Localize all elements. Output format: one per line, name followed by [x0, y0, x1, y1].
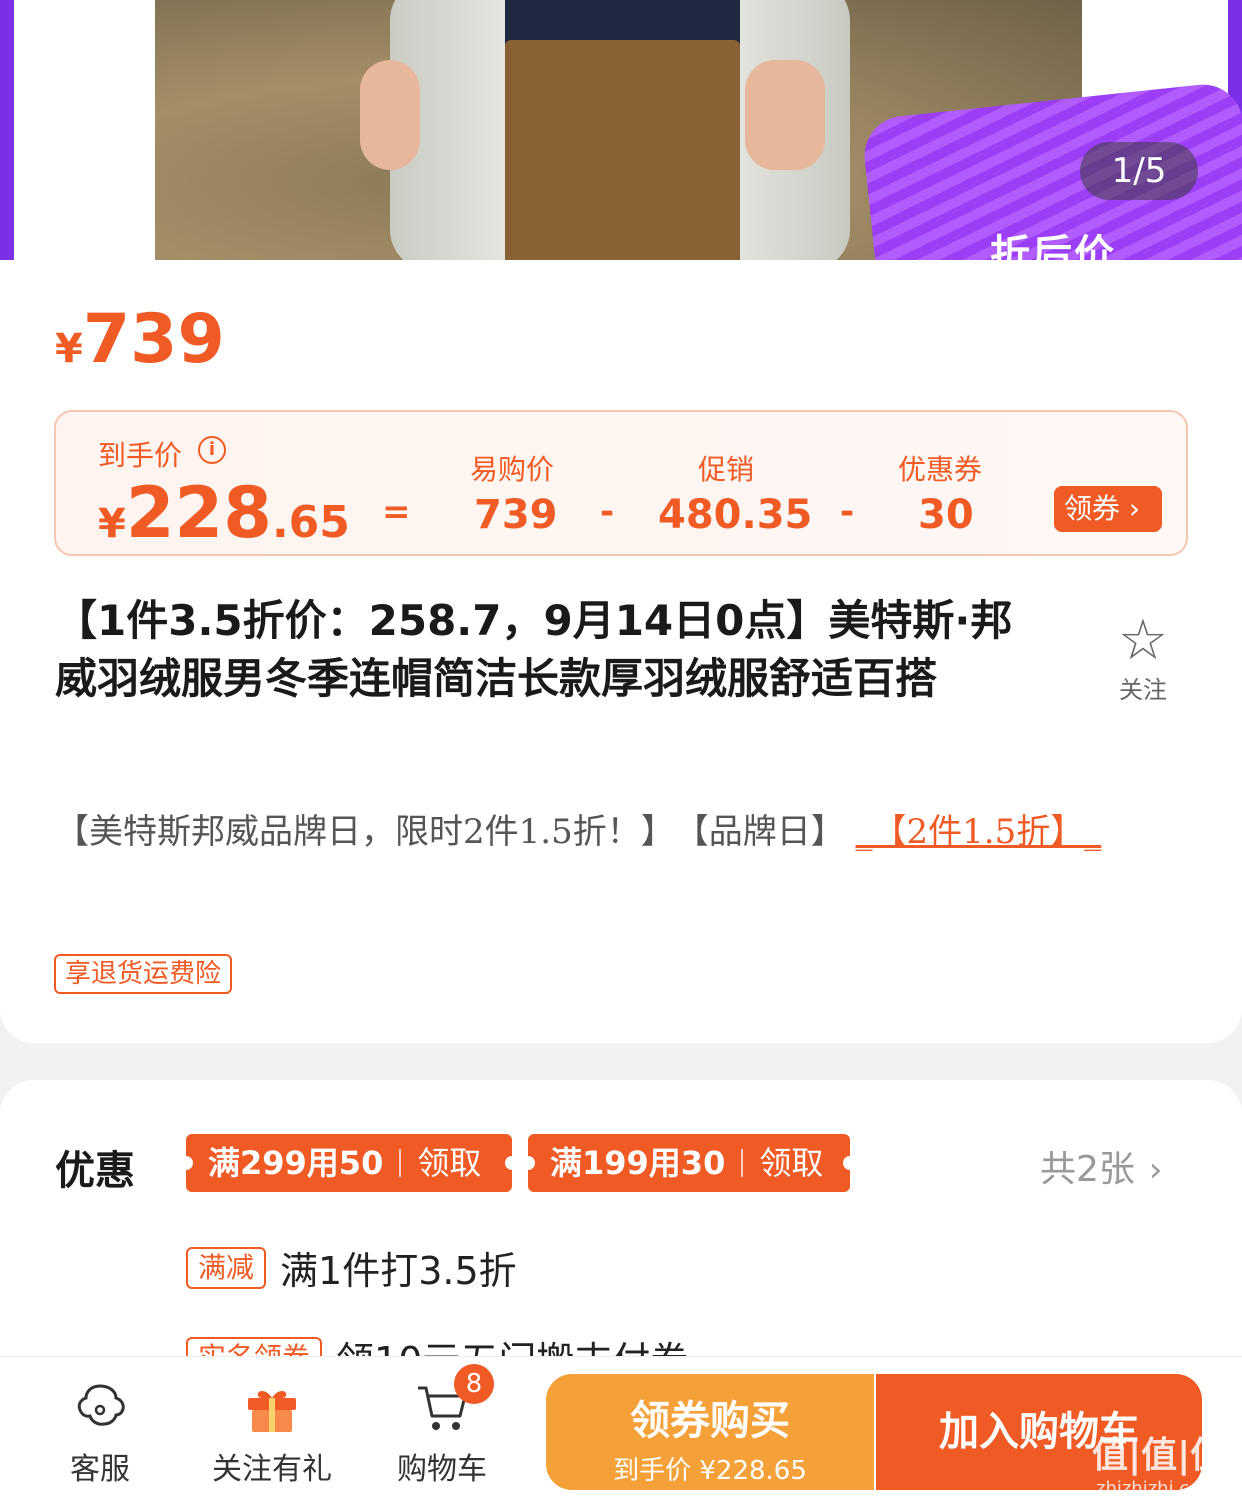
- minus-sign: -: [840, 492, 855, 532]
- watermark-logo: 值|值|值: [1092, 1435, 1227, 1476]
- promo-link[interactable]: _【2件1.5折】_: [856, 812, 1102, 852]
- minus-sign: -: [600, 492, 615, 532]
- hand-graphic-left: [360, 60, 420, 170]
- coupon-total[interactable]: 共2张 ›: [1040, 1140, 1163, 1192]
- get-coupon-button[interactable]: 领券 ›: [1054, 486, 1162, 532]
- info-icon[interactable]: i: [198, 436, 226, 464]
- hero-border-left: [0, 0, 155, 260]
- rule-tag: 实名领券: [186, 1336, 323, 1358]
- coupon-199-30[interactable]: 满199用30 领取: [521, 1134, 857, 1192]
- follow-gift-button[interactable]: 关注有礼: [210, 1380, 334, 1488]
- rule-tag: 满减: [186, 1246, 267, 1289]
- offers-title: 优惠: [55, 1148, 135, 1194]
- rule-text: 满1件打3.5折: [280, 1249, 517, 1293]
- follow-label: 关注: [1119, 676, 1167, 704]
- promotion-label: 促销: [698, 453, 755, 486]
- chevron-right-icon: ›: [1148, 1150, 1163, 1190]
- image-pager: 1/5: [1080, 142, 1198, 200]
- equals-sign: =: [382, 492, 411, 532]
- coupon-299-50[interactable]: 满299用50 领取: [179, 1134, 519, 1192]
- coupon-value: 30: [918, 492, 974, 538]
- price-currency: ¥: [55, 326, 83, 372]
- suning-price-label: 易购价: [470, 453, 555, 486]
- watermark-url: zhizhizhi.com: [1096, 1478, 1218, 1499]
- claim-label: 领取: [417, 1144, 482, 1182]
- return-shipping-insurance-tag: 享退货运费险: [54, 954, 233, 994]
- product-image-carousel[interactable]: 折后价 1/5: [0, 0, 1242, 260]
- product-price: ¥739: [55, 300, 225, 379]
- price-amount: 739: [82, 300, 225, 379]
- star-icon: ☆: [1117, 608, 1169, 673]
- customer-service-icon: [77, 1384, 125, 1426]
- cart-count-badge: 8: [454, 1364, 494, 1404]
- customer-service-button[interactable]: 客服: [64, 1380, 136, 1488]
- discount-badge-text: 折后价: [990, 232, 1116, 260]
- promotion-value: 480.35: [658, 492, 813, 538]
- discount-rule-2: 实名领券领10元五门搬支付券: [186, 1330, 688, 1358]
- promo-text: 【美特斯邦威品牌日，限时2件1.5折！】 【品牌日】 _【2件1.5折】_: [55, 806, 1165, 858]
- product-title: 【1件3.5折价：258.7，9月14日0点】美特斯·邦威羽绒服男冬季连帽简洁长…: [55, 596, 1013, 703]
- claim-label: 领取: [759, 1144, 824, 1182]
- promo-description: 【美特斯邦威品牌日，限时2件1.5折！】 【品牌日】: [55, 812, 845, 852]
- rule-text: 领10元五门搬支付券: [336, 1330, 688, 1358]
- coupon-label: 优惠券: [898, 453, 983, 486]
- follow-button[interactable]: ☆ 关注: [1108, 612, 1178, 705]
- final-price-value: ¥228.65: [98, 472, 350, 554]
- gift-icon: [248, 1391, 296, 1432]
- hand-graphic-right: [745, 60, 825, 170]
- suning-price-value: 739: [474, 492, 558, 538]
- final-price-calculator: 到手价 i ¥228.65 = 易购价 739 - 促销 480.35 - 优惠…: [54, 410, 1188, 556]
- pants-graphic: [505, 40, 740, 260]
- discount-rule: 满减 满1件打3.5折: [186, 1240, 517, 1295]
- final-price-label: 到手价: [98, 439, 183, 472]
- coupon-buy-button[interactable]: 领券购买 到手价 ¥228.65: [546, 1374, 874, 1490]
